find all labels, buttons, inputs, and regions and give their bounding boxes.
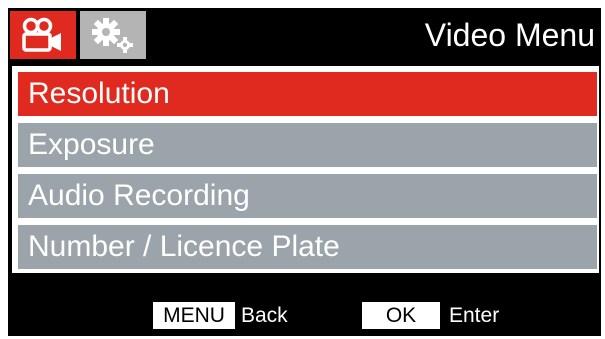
menu-list: Resolution Exposure Audio Recording Numb… xyxy=(12,66,599,273)
menu-key-badge[interactable]: MENU xyxy=(153,302,235,329)
tab-video[interactable] xyxy=(10,11,76,59)
video-camera-icon xyxy=(22,17,61,52)
enter-label: Enter xyxy=(449,304,500,327)
menu-item-audio-recording[interactable]: Audio Recording xyxy=(18,174,597,218)
gears-icon xyxy=(92,18,133,53)
dashcam-screen: Video Menu Resolution Exposure Audio Rec… xyxy=(0,0,605,339)
menu-item-licence-plate[interactable]: Number / Licence Plate xyxy=(18,225,597,269)
page-title: Video Menu xyxy=(424,17,595,53)
menu-item-exposure[interactable]: Exposure xyxy=(18,123,597,167)
back-label: Back xyxy=(241,304,288,327)
menu-item-resolution[interactable]: Resolution xyxy=(18,72,597,116)
tab-settings[interactable] xyxy=(80,11,146,59)
ok-key-badge[interactable]: OK xyxy=(362,302,440,329)
